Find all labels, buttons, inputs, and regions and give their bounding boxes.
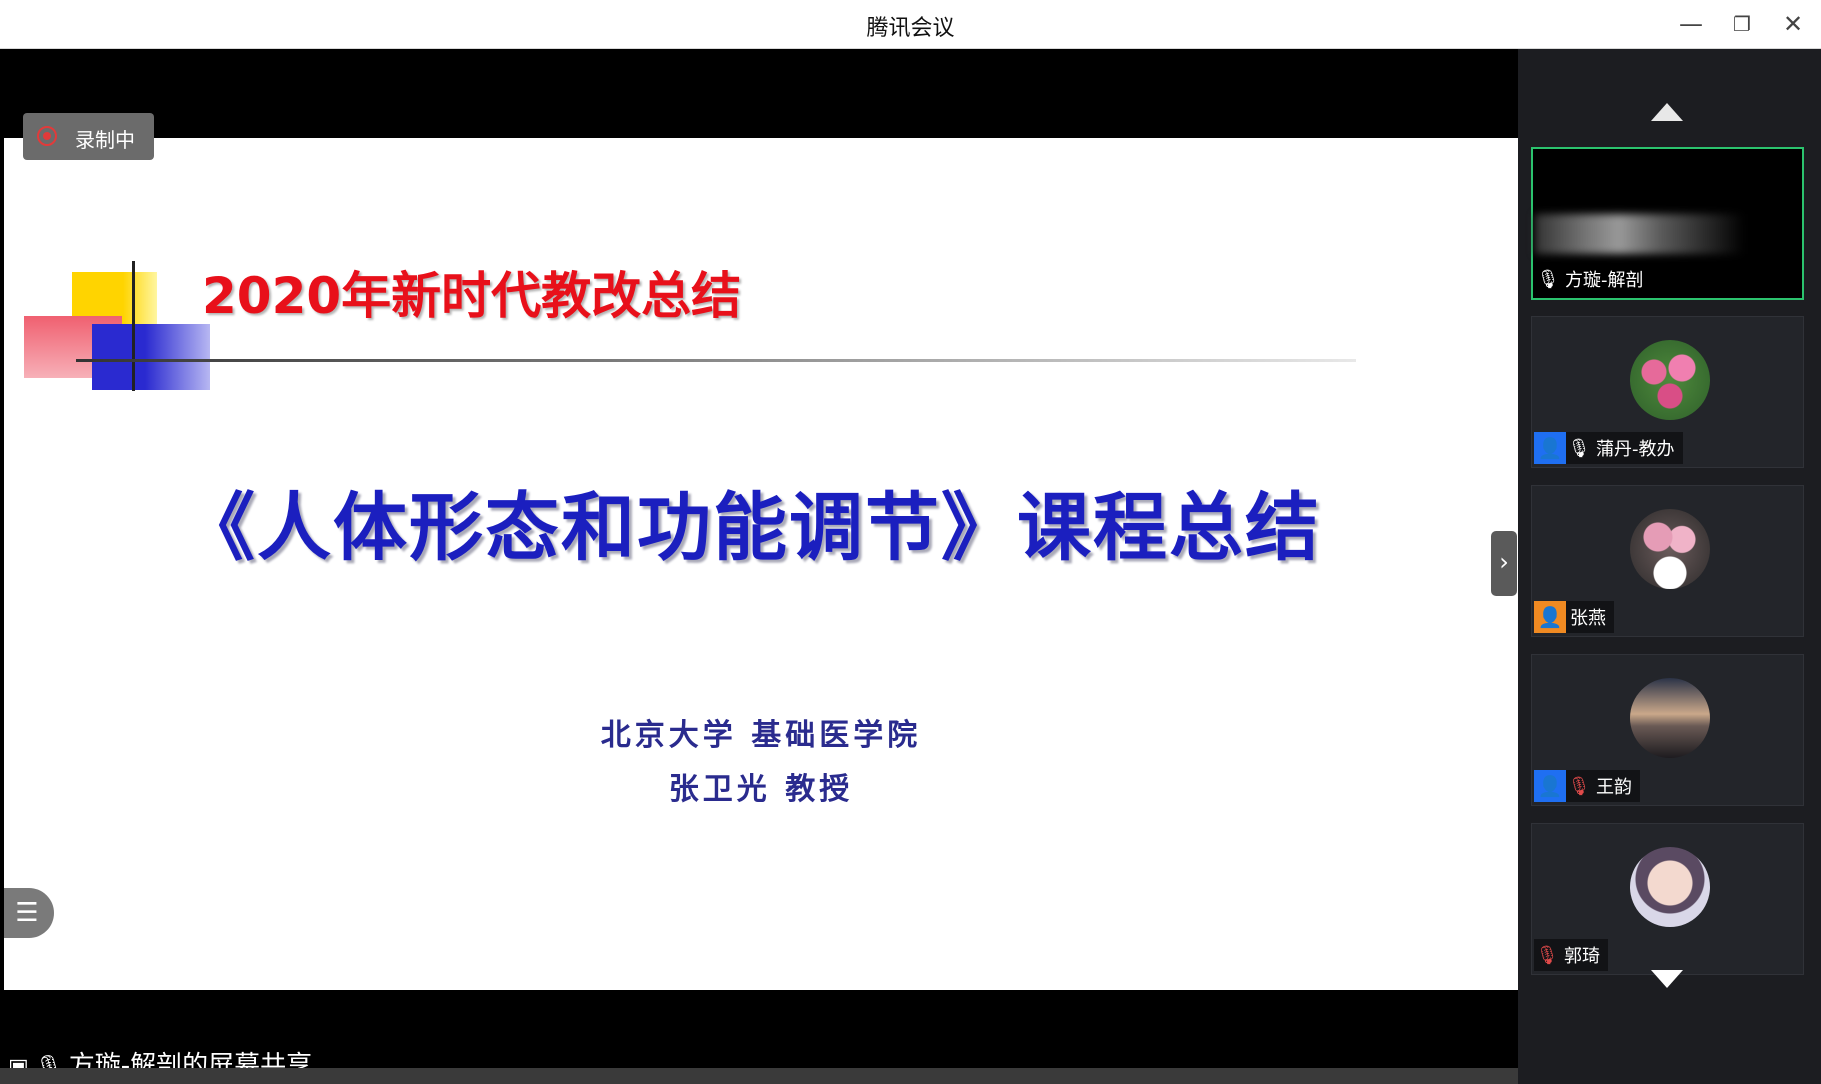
- close-button[interactable]: ✕: [1773, 6, 1813, 42]
- avatar: [1630, 847, 1710, 927]
- participant-name-chip: 👤 张燕: [1534, 601, 1614, 633]
- participant-name: 王韵: [1596, 777, 1632, 798]
- list-icon: ☰: [15, 898, 39, 928]
- avatar: [1630, 340, 1710, 420]
- participant-name: 郭琦: [1564, 946, 1600, 967]
- scroll-up-arrow-icon[interactable]: [1651, 103, 1683, 121]
- presentation-slide: 2020年新时代教改总结 《人体形态和功能调节》课程总结 北京大学 基础医学院 …: [4, 138, 1518, 990]
- person-icon: 👤: [1534, 770, 1566, 802]
- participant-name-chip: 👤 🎙 王韵: [1534, 770, 1640, 802]
- chevron-right-icon: ›: [1499, 548, 1509, 576]
- restore-button[interactable]: ❐: [1722, 6, 1762, 42]
- participant-tile[interactable]: 👤 张燕: [1531, 485, 1804, 637]
- avatar: [1630, 509, 1710, 589]
- title-bar: 腾讯会议 — ❐ ✕: [0, 0, 1821, 49]
- participant-name-chip: 🎙 郭琦: [1534, 939, 1608, 971]
- slide-title-rule: [76, 359, 1356, 362]
- person-icon: 👤: [1534, 432, 1566, 464]
- recording-badge[interactable]: 录制中: [23, 113, 154, 160]
- participant-name: 方璇-解剖: [1565, 270, 1644, 291]
- participant-name: 张燕: [1570, 608, 1606, 629]
- mic-icon: 🎙: [1567, 437, 1591, 459]
- recording-label: 录制中: [75, 128, 135, 152]
- bottom-bar: [0, 1068, 1518, 1084]
- record-icon: [37, 126, 57, 146]
- participant-name-chip: 👤 🎙 蒲丹-教办: [1534, 432, 1683, 464]
- institution-text: 北京大学 基础医学院: [600, 718, 922, 753]
- presenter-text: 张卫光 教授: [668, 772, 854, 807]
- mic-muted-icon: 🎙: [1535, 944, 1559, 966]
- course-title-text: 《人体形态和功能调节》课程总结: [181, 485, 1321, 571]
- mic-icon: 🎙: [1536, 268, 1560, 290]
- slide-title: 2020年新时代教改总结: [202, 267, 742, 325]
- scroll-down-arrow-icon[interactable]: [1651, 970, 1683, 988]
- person-icon: 👤: [1534, 601, 1566, 633]
- slide-decoration-line: [132, 261, 135, 391]
- video-feed: [1535, 214, 1745, 254]
- participant-name: 蒲丹-教办: [1596, 439, 1675, 460]
- slide-decoration-blue: [92, 324, 210, 390]
- participant-name-chip: 🎙 方璇-解剖: [1535, 263, 1652, 295]
- participant-tile[interactable]: 👤 🎙 王韵: [1531, 654, 1804, 806]
- mic-muted-icon: 🎙: [1567, 775, 1591, 797]
- avatar: [1630, 678, 1710, 758]
- participant-tile[interactable]: 👤 🎙 蒲丹-教办: [1531, 316, 1804, 468]
- list-menu-button[interactable]: ☰: [4, 888, 54, 938]
- minimize-button[interactable]: —: [1671, 6, 1711, 42]
- sidebar-toggle-button[interactable]: ›: [1491, 531, 1517, 596]
- participant-tile-active[interactable]: 🎙 方璇-解剖: [1531, 147, 1804, 300]
- window-title: 腾讯会议: [866, 16, 955, 41]
- participant-tile[interactable]: 🎙 郭琦: [1531, 823, 1804, 975]
- course-title: 《人体形态和功能调节》课程总结: [4, 468, 1518, 575]
